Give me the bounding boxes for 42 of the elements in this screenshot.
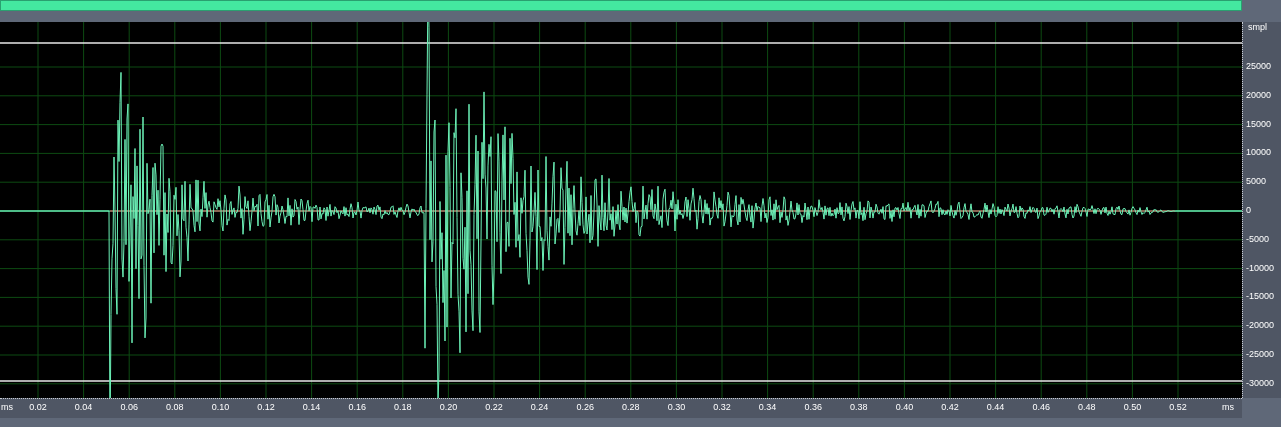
axis-label: 0.48 <box>1077 403 1097 412</box>
axis-label: 0.28 <box>621 403 641 412</box>
axis-unit: smpl <box>1248 23 1267 32</box>
axis-label: 0.38 <box>849 403 869 412</box>
axis-label: 0.18 <box>393 403 413 412</box>
axis-label: 0.02 <box>28 403 48 412</box>
axis-label: 0.32 <box>712 403 732 412</box>
axis-label: -10000 <box>1246 263 1275 273</box>
axis-label: 0.16 <box>347 403 367 412</box>
axis-label: 0.22 <box>484 403 504 412</box>
axis-label: -20000 <box>1246 321 1275 331</box>
axis-label: 0.40 <box>894 403 915 412</box>
axis-label: 0.08 <box>165 403 185 412</box>
axis-label: 0.24 <box>529 403 550 412</box>
axis-label: 5000 <box>1246 177 1267 187</box>
axis-label: 0.04 <box>73 403 94 412</box>
axis-unit: ms <box>1222 403 1234 412</box>
axis-label: 0.34 <box>757 403 778 412</box>
axis-label: 0.12 <box>256 403 276 412</box>
axis-label: 0.26 <box>575 403 595 412</box>
axis-label: 0.50 <box>1122 403 1143 412</box>
axis-label: 0.42 <box>940 403 960 412</box>
axis-label: 25000 <box>1246 62 1272 71</box>
axis-label: -25000 <box>1246 350 1275 359</box>
axis-label: 0.36 <box>803 403 823 412</box>
axis-label: -15000 <box>1246 292 1275 302</box>
axis-label: 0.46 <box>1031 403 1051 412</box>
axis-label: 0.10 <box>210 403 231 412</box>
axis-label: 20000 <box>1246 90 1272 100</box>
axis-label: 0.06 <box>119 403 139 412</box>
axis-label: 15000 <box>1246 119 1272 129</box>
axis-label: -30000 <box>1246 378 1275 388</box>
axis-label: -5000 <box>1246 234 1270 244</box>
axis-label: 10000 <box>1246 148 1272 158</box>
axis-label: 0.20 <box>438 403 459 412</box>
scroll-bar[interactable] <box>0 0 1242 11</box>
axis-label: 0.52 <box>1168 403 1188 412</box>
axis-unit: ms <box>1 403 13 412</box>
axis-label: 0.14 <box>301 403 322 412</box>
axis-label: 0.44 <box>985 403 1006 412</box>
axis-label: 0 <box>1246 206 1251 215</box>
axis-label: 0.30 <box>666 403 687 412</box>
